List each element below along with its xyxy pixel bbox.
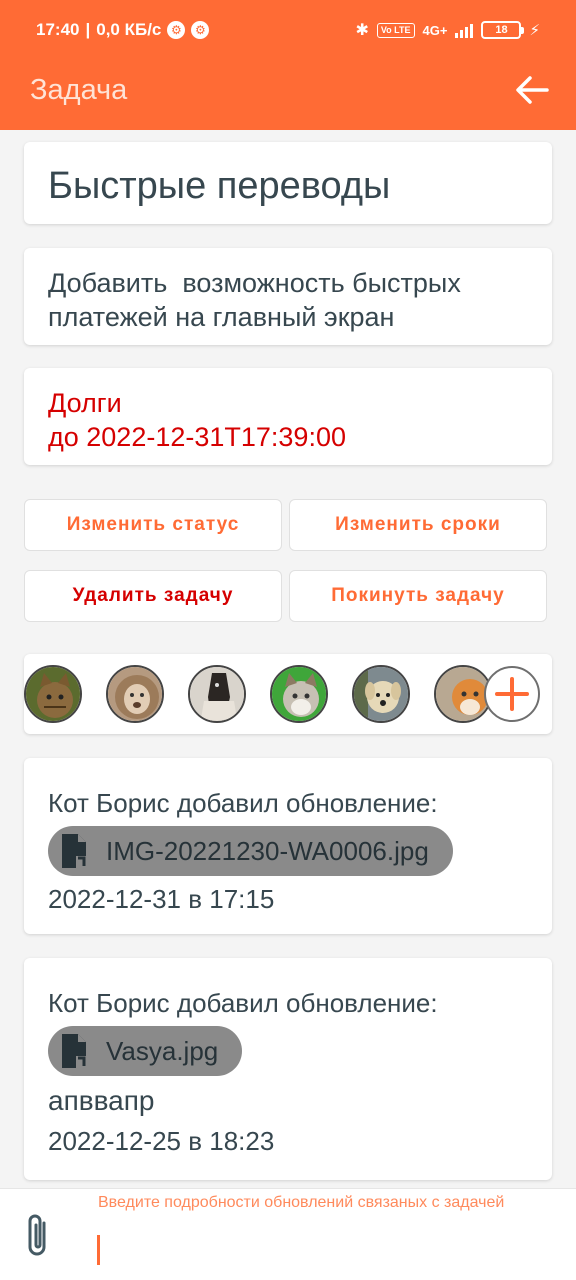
volte-badge: Vo LTE — [376, 22, 415, 38]
app-header: 17:40 | 0,0 КБ/с ⚙ ⚙ ✱ Vo LTE 4G+ 18 ⚡ З… — [0, 0, 576, 130]
member-avatar[interactable] — [270, 665, 328, 723]
status-right: ✱ Vo LTE 4G+ 18 ⚡ — [355, 20, 540, 40]
member-avatar[interactable] — [24, 665, 82, 723]
task-description: Добавить возможность быстрых платежей на… — [48, 268, 461, 332]
attach-button[interactable] — [20, 1211, 56, 1261]
status-time: 17:40 — [36, 20, 80, 39]
update-date: 2022-12-31 в 17:15 — [48, 884, 275, 914]
update-composer — [0, 1188, 576, 1280]
leave-task-button[interactable]: Покинуть задачу — [289, 570, 547, 622]
page-title: Задача — [30, 74, 128, 106]
dog-avatar-image — [354, 667, 408, 721]
horse-avatar-image — [190, 667, 244, 721]
lion-avatar-image — [108, 667, 162, 721]
update-note: апввапр — [48, 1085, 155, 1116]
update-card: Кот Борис добавил обновление: IMG-202212… — [24, 758, 552, 934]
status-bar: 17:40 | 0,0 КБ/с ⚙ ⚙ ✱ Vo LTE 4G+ 18 ⚡ — [0, 0, 576, 64]
attachment-chip[interactable]: IMG-20221230-WA0006.jpg — [48, 826, 453, 876]
gear-icon: ⚙ — [167, 21, 186, 39]
bluetooth-icon: ✱ — [355, 22, 369, 39]
change-status-button[interactable]: Изменить статус — [24, 499, 282, 551]
signal-icon — [455, 22, 474, 38]
change-deadline-button[interactable]: Изменить сроки — [289, 499, 547, 551]
cat-avatar-image — [272, 667, 326, 721]
task-status: Долги — [48, 388, 122, 418]
arrow-left-icon — [516, 76, 549, 104]
file-icon — [62, 834, 86, 868]
status-separator: | — [85, 20, 91, 39]
members-strip — [24, 654, 552, 734]
battery-level: 18 — [495, 24, 508, 36]
plus-icon — [495, 677, 529, 711]
battery-icon: 18 — [481, 21, 525, 39]
text-caret — [97, 1235, 100, 1265]
cat-avatar-image — [26, 667, 80, 721]
attachment-name: IMG-20221230-WA0006.jpg — [106, 835, 429, 866]
task-deadline: до 2022-12-31T17:39:00 — [48, 422, 346, 452]
update-author: Кот Борис добавил обновление: — [48, 788, 438, 818]
update-card: Кот Борис добавил обновление: Vasya.jpg … — [24, 958, 552, 1180]
status-speed: 0,0 КБ/с — [96, 20, 162, 39]
update-author: Кот Борис добавил обновление: — [48, 988, 438, 1018]
back-button[interactable] — [512, 70, 552, 110]
add-member-button[interactable] — [484, 666, 540, 722]
attachment-chip[interactable]: Vasya.jpg — [48, 1026, 243, 1076]
update-date: 2022-12-25 в 18:23 — [48, 1126, 275, 1156]
status-left: 17:40 | 0,0 КБ/с ⚙ ⚙ — [36, 20, 210, 40]
member-avatar[interactable] — [106, 665, 164, 723]
task-title: Быстрые переводы — [48, 165, 391, 207]
update-input[interactable] — [96, 1191, 536, 1275]
member-avatar[interactable] — [188, 665, 246, 723]
task-title-card: Быстрые переводы — [24, 142, 552, 224]
network-type: 4G+ — [422, 22, 448, 38]
charging-icon: ⚡ — [529, 22, 540, 39]
attachment-name: Vasya.jpg — [106, 1035, 219, 1066]
member-avatar[interactable] — [352, 665, 410, 723]
task-description-card: Добавить возможность быстрых платежей на… — [24, 248, 552, 345]
gear-icon: ⚙ — [191, 21, 210, 39]
paperclip-icon — [28, 1214, 46, 1256]
delete-task-button[interactable]: Удалить задачу — [24, 570, 282, 622]
task-status-card: Долги до 2022-12-31T17:39:00 — [24, 368, 552, 465]
file-icon — [62, 1034, 86, 1068]
